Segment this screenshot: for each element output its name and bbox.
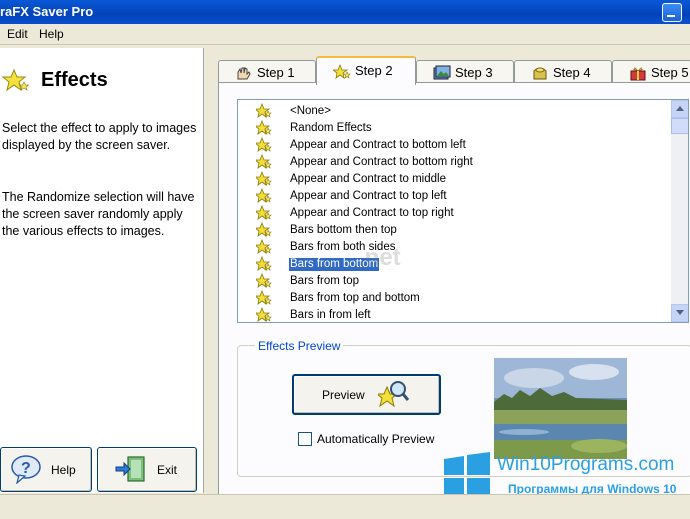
effects-listbox[interactable]: <None> Random Effects Appear and Contract … <box>237 99 689 323</box>
help-button-label: Help <box>51 463 76 477</box>
stars-icon <box>333 64 351 79</box>
bag-icon <box>533 67 547 80</box>
chevron-up-icon <box>676 106 684 111</box>
step-tabs: Step 1 Step 2 Step 3 Step 4 Step 5 <box>218 56 690 85</box>
scroll-up-button[interactable] <box>671 100 688 118</box>
exit-icon <box>115 456 145 482</box>
randomize-note: The Randomize selection will have the sc… <box>2 190 195 238</box>
list-item[interactable]: Appear and Contract to top right <box>238 204 668 222</box>
chevron-down-icon <box>676 310 684 315</box>
tab-step-2[interactable]: Step 2 <box>316 56 416 85</box>
list-item[interactable]: Bars from top <box>238 272 668 290</box>
help-button[interactable]: ? Help <box>0 447 92 492</box>
list-item[interactable]: Bars from both sides <box>238 238 668 256</box>
menu-bar: Edit Help <box>0 24 690 45</box>
list-item-label: Appear and Contract to bottom right <box>290 156 473 168</box>
tab-step-3[interactable]: Step 3 <box>416 60 514 83</box>
tab-step-1[interactable]: Step 1 <box>218 60 316 83</box>
effects-info-panel: Effects Select the effect to apply to im… <box>0 48 204 493</box>
title-bar: raFX Saver Pro <box>0 0 690 24</box>
magnifier-stars-icon <box>378 381 410 408</box>
list-item[interactable]: Appear and Contract to top left <box>238 187 668 205</box>
site-logo-text: Win10Programs.com <box>497 454 675 475</box>
list-item-label: Appear and Contract to middle <box>290 173 446 185</box>
tab-step-5[interactable]: Step 5 <box>612 60 690 83</box>
list-item-label: Bars in from left <box>290 309 371 321</box>
scroll-down-button[interactable] <box>671 304 688 322</box>
menu-edit[interactable]: Edit <box>7 27 28 41</box>
status-bar <box>0 494 690 519</box>
list-item[interactable]: Bars from bottom <box>238 255 668 273</box>
hand-icon <box>237 67 251 80</box>
list-item-label: Random Effects <box>290 122 372 134</box>
panel-heading: Effects <box>41 69 108 91</box>
window-title: raFX Saver Pro <box>0 4 94 19</box>
scroll-thumb[interactable] <box>671 118 688 134</box>
stars-icon <box>1 68 30 92</box>
list-item[interactable]: Appear and Contract to bottom left <box>238 136 668 154</box>
preview-image <box>494 358 627 459</box>
list-item[interactable]: Appear and Contract to middle <box>238 170 668 188</box>
list-item-label: <None> <box>290 105 331 117</box>
list-item[interactable]: Bars in from left <box>238 306 668 322</box>
tab-step-3-label: Step 3 <box>455 65 493 80</box>
list-item-label: Bars from top <box>290 275 360 287</box>
list-item[interactable]: Random Effects <box>238 119 668 137</box>
minimize-button[interactable] <box>662 3 682 22</box>
auto-preview-label[interactable]: Automatically Preview <box>317 432 434 446</box>
tab-step-4-label: Step 4 <box>553 65 591 80</box>
list-item[interactable]: Bars bottom then top <box>238 221 668 239</box>
list-item-label: Appear and Contract to top left <box>290 190 447 202</box>
watermark-text: .net <box>358 244 401 271</box>
panel-description: Select the effect to apply to images dis… <box>2 121 197 152</box>
tab-step-1-label: Step 1 <box>257 65 295 80</box>
preview-button-label: Preview <box>322 388 365 402</box>
tab-step-4[interactable]: Step 4 <box>514 60 612 83</box>
help-icon: ? <box>11 455 41 484</box>
auto-preview-checkbox[interactable] <box>298 432 312 446</box>
preview-button[interactable]: Preview <box>292 374 441 415</box>
list-scrollbar[interactable] <box>671 100 688 322</box>
list-item-label: Appear and Contract to top right <box>290 207 454 219</box>
tab-step-5-label: Step 5 <box>651 65 689 80</box>
svg-text:?: ? <box>21 460 31 477</box>
list-item[interactable]: <None> <box>238 102 668 120</box>
effects-preview-legend: Effects Preview <box>255 339 344 353</box>
menu-help[interactable]: Help <box>39 27 64 41</box>
list-item-label: Bars from top and bottom <box>290 292 420 304</box>
list-item-label: Bars bottom then top <box>290 224 397 236</box>
exit-button-label: Exit <box>157 463 178 477</box>
list-item[interactable]: Bars from top and bottom <box>238 289 668 307</box>
effect-stars-icon <box>253 306 272 322</box>
gift-icon <box>630 67 646 81</box>
exit-button[interactable]: Exit <box>97 447 197 492</box>
list-item-label: Appear and Contract to bottom left <box>290 139 466 151</box>
tab-step-2-label: Step 2 <box>355 63 393 78</box>
images-icon <box>433 65 451 80</box>
list-item[interactable]: Appear and Contract to bottom right <box>238 153 668 171</box>
